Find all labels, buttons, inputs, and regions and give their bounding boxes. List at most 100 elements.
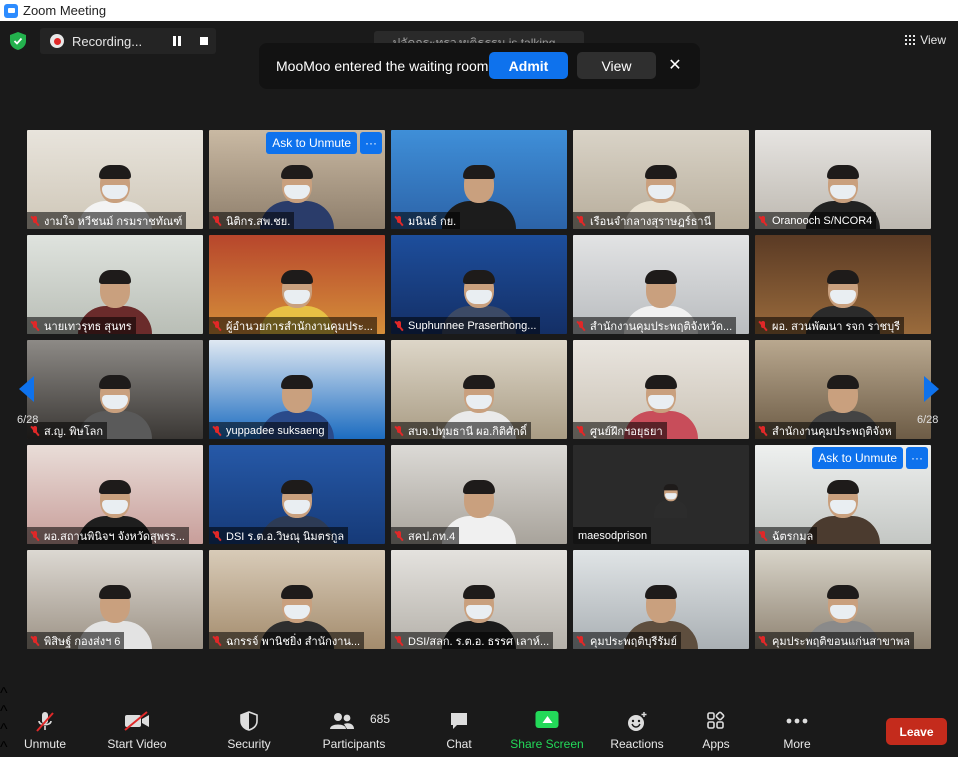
ask-to-unmute-button[interactable]: Ask to Unmute	[266, 132, 357, 154]
participant-tile[interactable]: ศูนย์ฝึกฯอยุธยา	[573, 340, 749, 439]
muted-microphone-icon	[36, 712, 54, 732]
participant-tile[interactable]: งามใจ หวีชนม์ กรมราชทัณฑ์	[27, 130, 203, 229]
participant-tile[interactable]: DSI/สลก. ร.ต.อ. ธรรศ เลาห์...	[391, 550, 567, 649]
participant-name: ฉัตรกมล	[772, 530, 814, 543]
muted-mic-icon	[394, 635, 404, 647]
participant-name-bar: คุมประพฤติขอนแก่นสาขาพล	[755, 632, 914, 649]
participant-name: Oranooch S/NCOR4	[772, 214, 873, 227]
participant-name-bar: สำนักงานคุมประพฤติจังห	[755, 422, 896, 439]
muted-mic-icon	[212, 530, 222, 542]
participant-name-bar: นายเทวรุทธ สุนทร	[27, 317, 136, 334]
chat-label: Chat	[446, 737, 472, 751]
participant-tile[interactable]: สำนักงานคุมประพฤติจังหวัด...	[573, 235, 749, 334]
participant-name-bar: maesodprison	[573, 527, 652, 544]
muted-mic-icon	[576, 425, 586, 437]
tile-more-options-icon[interactable]: ···	[906, 447, 928, 469]
leave-button[interactable]: Leave	[886, 718, 947, 745]
participant-name: Suphunnee Praserthong...	[408, 319, 537, 332]
participant-name-bar: DSI/สลก. ร.ต.อ. ธรรศ เลาห์...	[391, 632, 554, 649]
participant-name-bar: DSI ร.ต.อ.วิษณุ นิมตรกูล	[209, 527, 349, 544]
pause-recording-icon[interactable]	[173, 36, 181, 46]
participants-button[interactable]: 685 Participants	[318, 685, 390, 755]
participant-name: สบจ.ปทุมธานี ผอ.กิติศักดิ์	[408, 425, 527, 438]
video-off-icon	[124, 711, 149, 731]
participant-tile[interactable]: ผอ.สถานพินิจฯ จังหวัดสุพรร...	[27, 445, 203, 544]
admit-button[interactable]: Admit	[489, 52, 568, 79]
participant-name-bar: ผอ.สถานพินิจฯ จังหวัดสุพรร...	[27, 527, 189, 544]
participant-name-bar: งามใจ หวีชนม์ กรมราชทัณฑ์	[27, 212, 187, 229]
muted-mic-icon	[758, 320, 768, 332]
participant-tile[interactable]: พิสิษฐ์ กองส่งฯ 6	[27, 550, 203, 649]
unmute-button[interactable]: Unmute	[18, 685, 72, 755]
waiting-room-message: MooMoo entered the waiting room	[276, 58, 489, 74]
participant-name-bar: ศูนย์ฝึกฯอยุธยา	[573, 422, 667, 439]
participant-name-bar: พิสิษฐ์ กองส่งฯ 6	[27, 632, 125, 649]
muted-mic-icon	[212, 320, 222, 332]
participant-tile[interactable]: ส.ญ. พิษโลก	[27, 340, 203, 439]
participant-tile[interactable]: Suphunnee Praserthong...	[391, 235, 567, 334]
participant-tile[interactable]: yuppadee suksaeng	[209, 340, 385, 439]
view-waiting-room-button[interactable]: View	[577, 52, 656, 79]
stop-recording-icon[interactable]	[200, 37, 208, 45]
recording-dot-icon	[50, 34, 64, 48]
participant-name-bar: คุมประพฤติบุรีรัมย์	[573, 632, 681, 649]
muted-mic-icon	[212, 635, 222, 647]
ask-to-unmute-button[interactable]: Ask to Unmute	[812, 447, 903, 469]
participant-name: เรือนจำกลางสุราษฎร์ธานี	[590, 215, 712, 228]
view-button[interactable]: View	[905, 33, 946, 47]
more-button[interactable]: More	[776, 685, 818, 755]
participant-tile[interactable]: เรือนจำกลางสุราษฎร์ธานี	[573, 130, 749, 229]
participant-tile[interactable]: Oranooch S/NCOR4	[755, 130, 931, 229]
zoom-logo-icon	[4, 3, 18, 18]
participant-tile[interactable]: DSI ร.ต.อ.วิษณุ นิมตรกูล	[209, 445, 385, 544]
tile-more-options-icon[interactable]: ···	[360, 132, 382, 154]
participants-count: 685	[370, 712, 391, 726]
participant-name: maesodprison	[578, 529, 648, 542]
participant-tile[interactable]: สคป.กท.4	[391, 445, 567, 544]
start-video-label: Start Video	[107, 737, 167, 751]
participant-name-bar: yuppadee suksaeng	[209, 422, 329, 439]
participant-name-bar: เรือนจำกลางสุราษฎร์ธานี	[573, 212, 716, 229]
security-button[interactable]: Security	[222, 685, 276, 755]
participant-tile[interactable]: maesodprison	[573, 445, 749, 544]
participant-name: มนินธ์ กย.	[408, 215, 457, 228]
participant-tile[interactable]: สบจ.ปทุมธานี ผอ.กิติศักดิ์	[391, 340, 567, 439]
participant-tile[interactable]: นายเทวรุทธ สุนทร	[27, 235, 203, 334]
participant-name-bar: ฉัตรกมล	[755, 527, 818, 544]
muted-mic-icon	[212, 425, 222, 437]
more-dots-icon	[786, 718, 808, 724]
participant-name: คุมประพฤติขอนแก่นสาขาพล	[772, 635, 910, 648]
participant-tile[interactable]: คุมประพฤติบุรีรัมย์	[573, 550, 749, 649]
participant-tile[interactable]: สำนักงานคุมประพฤติจังห	[755, 340, 931, 439]
next-page-arrow-icon[interactable]	[924, 376, 939, 402]
meeting-stage: Recording... ปลัดกระทรวงยุติธรรม is talk…	[0, 21, 958, 685]
participants-icon	[330, 713, 354, 729]
participant-name-bar: ผอ. สวนพัฒนา รจก ราชบุรี	[755, 317, 905, 334]
reactions-label: Reactions	[610, 737, 664, 751]
share-screen-icon	[535, 711, 559, 728]
participant-name-bar: ส.ญ. พิษโลก	[27, 422, 108, 439]
participant-tile[interactable]: มนินธ์ กย.	[391, 130, 567, 229]
participant-tile[interactable]: ฉกรรจ์ พานิชยิ่ง สำนักงาน...	[209, 550, 385, 649]
previous-page-arrow-icon[interactable]	[19, 376, 34, 402]
encryption-shield-icon[interactable]	[10, 32, 26, 50]
muted-mic-icon	[758, 215, 768, 227]
participant-tile[interactable]: คุมประพฤติขอนแก่นสาขาพล	[755, 550, 931, 649]
participant-tile[interactable]: นิติกร.สพ.ชย. Ask to Unmute ···	[209, 130, 385, 229]
muted-mic-icon	[758, 635, 768, 647]
reactions-button[interactable]: Reactions	[608, 685, 666, 755]
close-icon[interactable]: ✕	[665, 55, 685, 75]
participant-name-bar: ผู้อำนวยการสำนักงานคุมประ...	[209, 317, 377, 334]
participant-tile[interactable]: ผอ. สวนพัฒนา รจก ราชบุรี	[755, 235, 931, 334]
participant-tile[interactable]: ฉัตรกมล Ask to Unmute ···	[755, 445, 931, 544]
share-screen-button[interactable]: Share Screen	[510, 685, 584, 755]
chat-button[interactable]: Chat	[438, 685, 480, 755]
participant-tile[interactable]: ผู้อำนวยการสำนักงานคุมประ...	[209, 235, 385, 334]
view-label: View	[920, 33, 946, 47]
participant-name: ผอ.สถานพินิจฯ จังหวัดสุพรร...	[44, 530, 185, 543]
apps-icon	[707, 711, 725, 729]
reactions-smiley-icon	[628, 712, 647, 731]
participant-name: DSI ร.ต.อ.วิษณุ นิมตรกูล	[226, 530, 345, 543]
apps-button[interactable]: Apps	[696, 685, 736, 755]
start-video-button[interactable]: Start Video	[104, 685, 170, 755]
